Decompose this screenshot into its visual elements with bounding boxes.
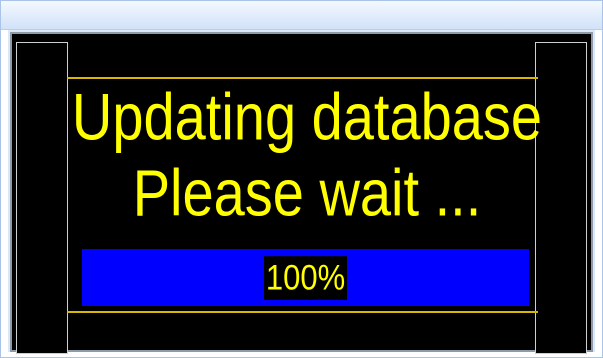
status-screen: Updating database Please wait ... 100%	[10, 32, 593, 354]
bottom-divider	[67, 311, 538, 313]
window-titlebar[interactable]	[1, 1, 602, 30]
update-window: Updating database Please wait ... 100%	[0, 0, 603, 358]
display-frame: Updating database Please wait ... 100%	[8, 30, 595, 354]
status-message-line-1: Updating database	[71, 79, 543, 154]
left-side-panel	[16, 42, 68, 354]
progress-label-container: 100%	[82, 249, 529, 306]
progress-percent-label: 100%	[263, 255, 348, 300]
status-message-line-2: Please wait ...	[132, 155, 482, 230]
progress-bar: 100%	[82, 249, 529, 306]
